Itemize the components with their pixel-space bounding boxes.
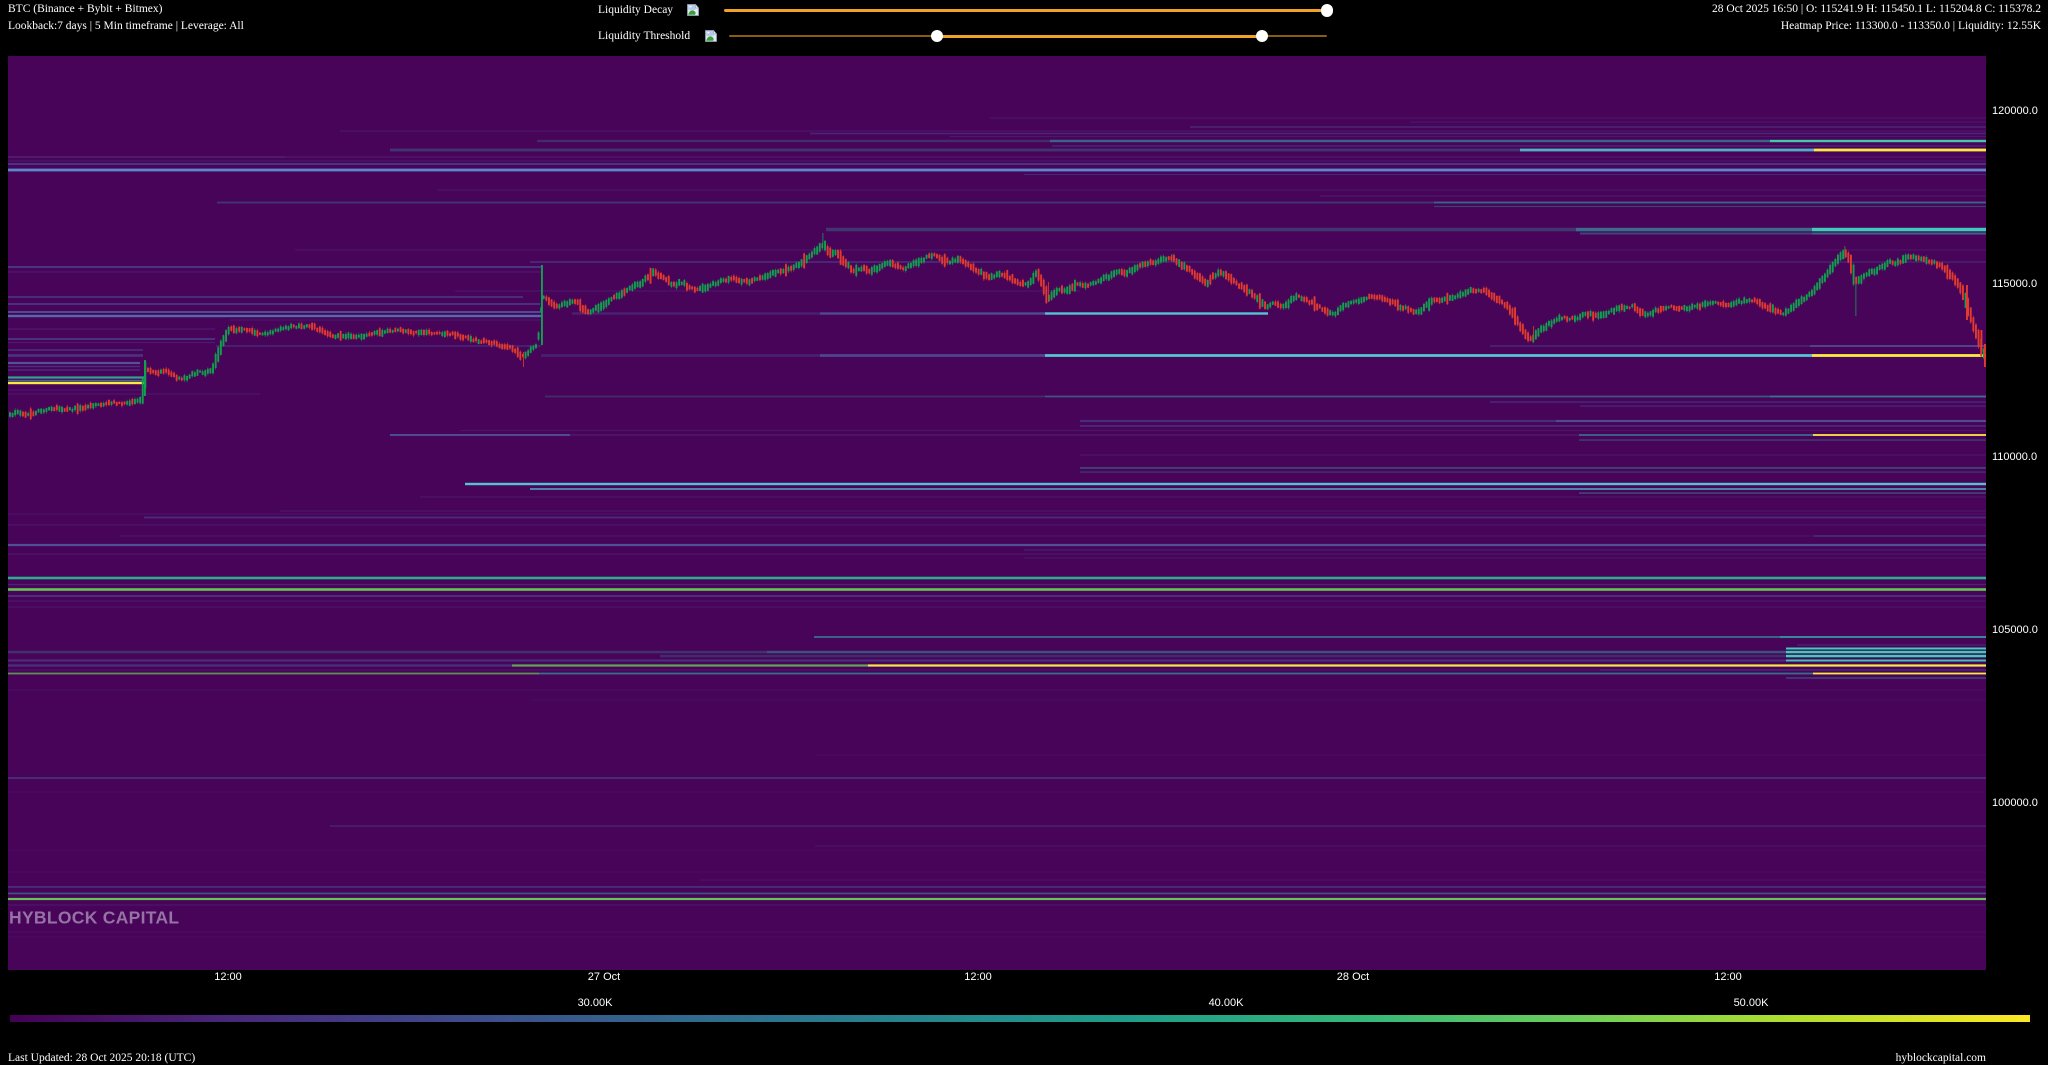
svg-text:HYBLOCK CAPITAL: HYBLOCK CAPITAL [9,908,179,928]
